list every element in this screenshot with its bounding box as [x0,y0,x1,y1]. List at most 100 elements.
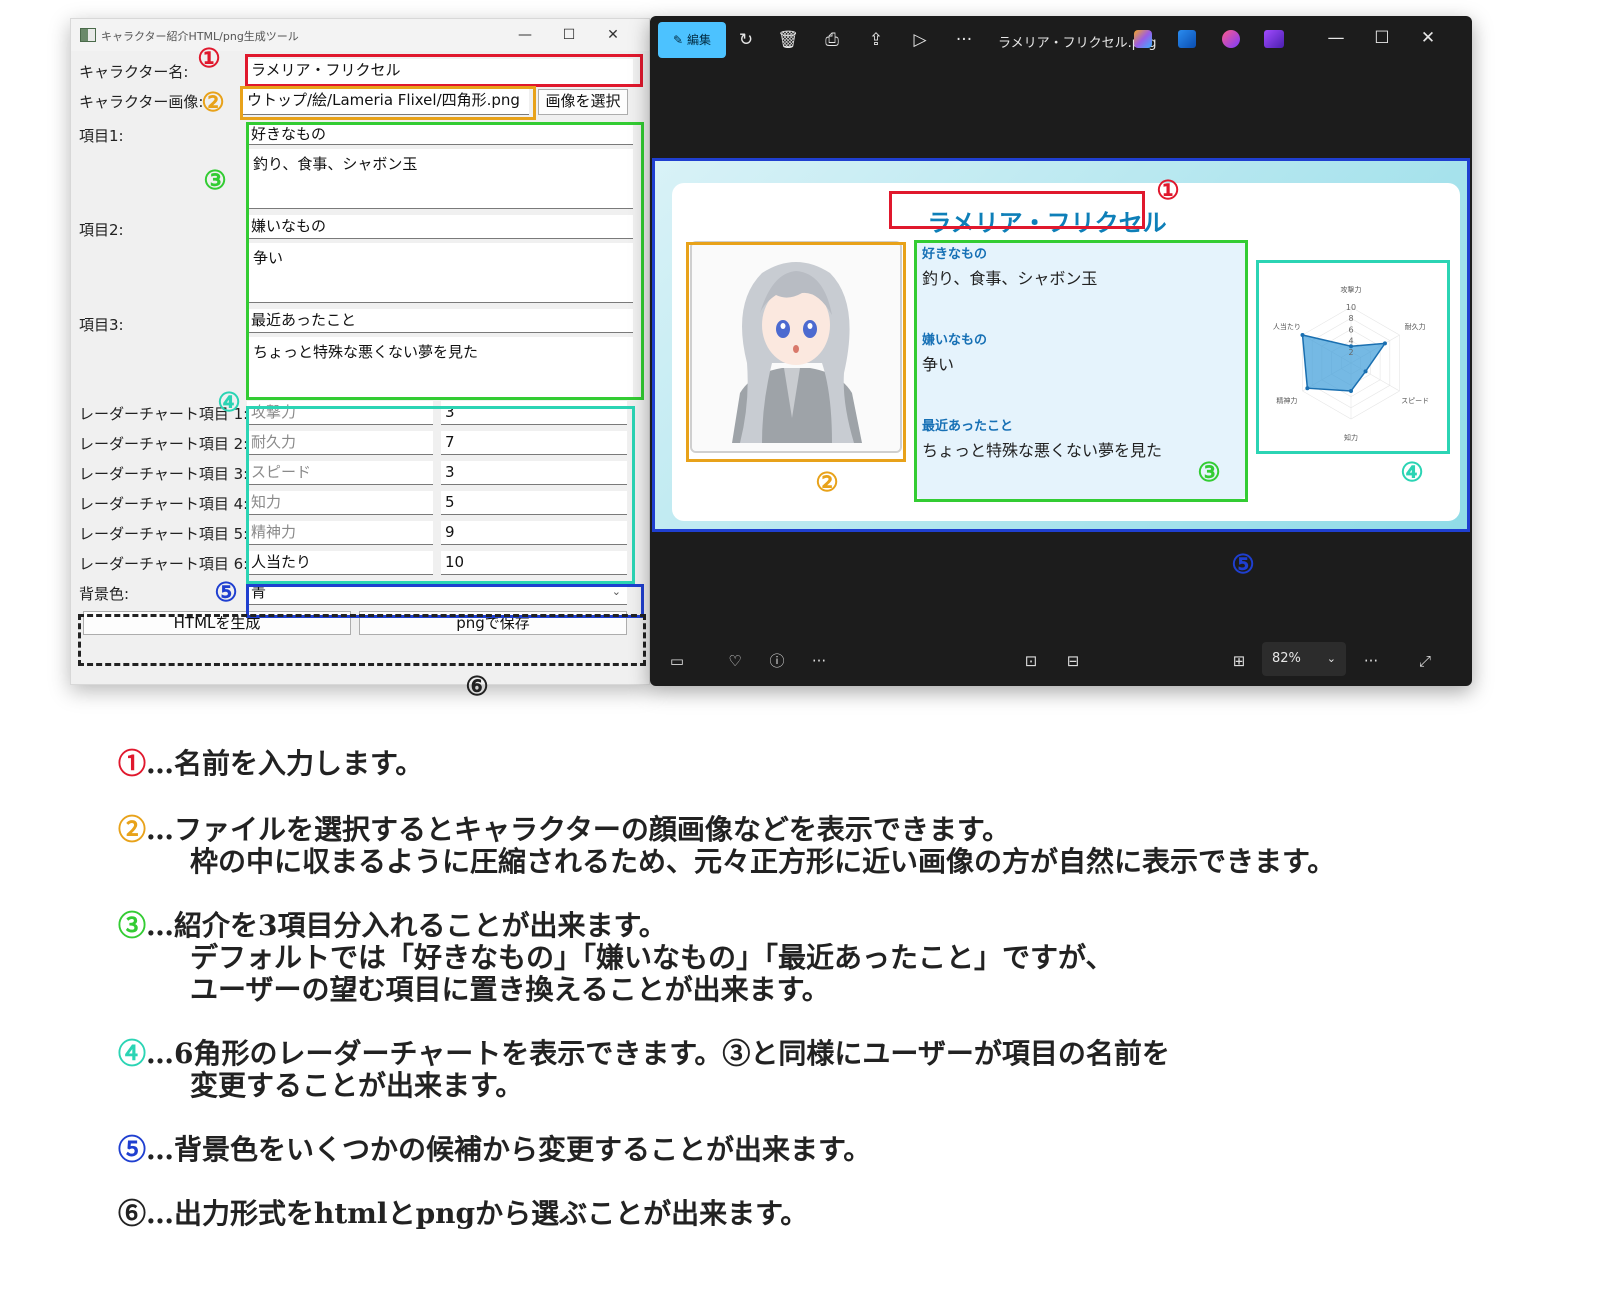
radar-name-input[interactable]: スピード [247,461,433,485]
marker-viewer-4: ④ [1400,458,1424,488]
character-portrait [690,241,902,453]
radar-point [1382,341,1387,346]
card-item3-heading: 最近あったこと [922,419,1014,434]
slideshow-icon[interactable]: ▷ [904,24,936,56]
bg-color-select[interactable]: 青 ⌄ [247,581,627,605]
filmstrip-icon[interactable]: ▭ [662,646,692,676]
item1-body-textarea[interactable]: 釣り、食事、シャボン玉 [247,149,633,209]
explanation-line: デフォルトでは「好きなもの」「嫌いなもの」「最近あったこと」ですが、 [190,941,1114,974]
explanation-3: ③…紹介を3項目分入れることが出来ます。 デフォルトでは「好きなもの」「嫌いなも… [118,910,1113,1006]
radar-tick-label: 8 [1348,314,1353,323]
card-item2-body: 争い [922,355,955,374]
explanation-6: ⑥…出力形式をhtmlとpngから選ぶことが出来ます。 [118,1198,808,1230]
item1-label: 項目1: [79,127,124,145]
zoom-more-icon[interactable]: ··· [1356,646,1386,676]
minimize-button[interactable]: — [503,19,547,51]
radar-value-input[interactable]: 7 [441,431,627,455]
zoom-select[interactable]: 82% ⌄ [1262,642,1346,676]
explanation-1: ①…名前を入力します。 [118,748,423,780]
bg-color-label: 背景色: [79,585,130,603]
radar-axis-label: 耐久力 [1405,322,1426,331]
character-illustration [692,243,900,451]
radar-chart: 2 4 6 8 10 攻撃力耐久力スピード知力 精神力 人当たり [1273,285,1429,442]
select-image-button[interactable]: 画像を選択 [538,89,628,115]
radar-row-label: レーダーチャート項目 4: [79,495,249,513]
item2-label: 項目2: [79,221,124,239]
rotate-icon[interactable]: ↻ [730,24,762,56]
radar-tick-label: 6 [1348,325,1353,334]
radar-value-input[interactable]: 3 [441,401,627,425]
card-item3-body: ちょっと特殊な悪くない夢を見た [922,441,1163,460]
radar-axis-label: 人当たり [1273,322,1301,331]
item3-body-textarea[interactable]: ちょっと特殊な悪くない夢を見た [247,337,633,399]
explanation-num: ④ [118,1037,147,1070]
radar-value-input[interactable]: 9 [441,521,627,545]
marker-4: ④ [217,388,241,418]
edit-button[interactable]: ✎ 編集 [658,22,726,58]
print-icon[interactable]: ⎙ [816,24,848,56]
info-icon[interactable]: ⓘ [762,646,792,676]
explanation-2: ②…ファイルを選択するとキャラクターの顔画像などを表示できます。 枠の中に収まる… [118,814,1335,878]
maximize-button[interactable]: ☐ [547,19,591,51]
explanation-line: ユーザーの望む項目に置き換えることが出来ます。 [190,973,830,1006]
radar-value-input[interactable]: 10 [441,551,627,575]
radar-name-input[interactable]: 精神力 [247,521,433,545]
generate-html-button[interactable]: HTMLを生成 [83,611,351,635]
item2-heading-input[interactable]: 嫌いなもの [247,215,633,239]
designer-icon[interactable] [1178,30,1196,48]
fullscreen-icon[interactable]: ⤢ [1410,646,1440,676]
radar-row-label: レーダーチャート項目 2: [79,435,249,453]
explanation-line: …出力形式をhtmlとpngから選ぶことが出来ます。 [146,1197,809,1230]
explanation-line: …背景色をいくつかの候補から変更することが出来ます。 [146,1133,872,1166]
item3-label: 項目3: [79,316,124,334]
radar-rows: レーダーチャート項目 1: 攻撃力 3 レーダーチャート項目 2: 耐久力 7 … [71,401,649,581]
video-editor-icon[interactable] [1264,30,1284,48]
marker-3: ③ [203,166,227,196]
zoom-value: 82% [1272,651,1301,666]
explanation-4: ④…6角形のレーダーチャートを表示できます。③と同様にユーザーが項目の名前を 変… [118,1038,1170,1102]
explanation-line: …ファイルを選択するとキャラクターの顔画像などを表示できます。 [146,813,1011,846]
favorite-icon[interactable]: ♡ [720,646,750,676]
save-png-button[interactable]: pngで保存 [359,611,627,635]
explanation-num: ⑥ [118,1197,147,1230]
bottom-more-icon[interactable]: ··· [804,646,834,676]
name-label: キャラクター名: [79,63,189,81]
viewer-maximize-button[interactable]: ☐ [1366,22,1398,54]
edit-icon: ✎ [673,33,684,47]
item3-heading-input[interactable]: 最近あったこと [247,309,633,333]
explanation-line: 変更することが出来ます。 [190,1069,524,1102]
more-icon[interactable]: ··· [948,24,980,56]
radar-axis-label: 知力 [1344,433,1358,442]
radar-point [1363,369,1368,374]
radar-value-input[interactable]: 5 [441,491,627,515]
card-title: ラメリア・フリクセル [927,209,1167,237]
radar-name-input[interactable]: 攻撃力 [247,401,433,425]
viewer-minimize-button[interactable]: — [1320,22,1352,54]
image-path-input[interactable]: ウトップ/絵/Lameria Flixel/四角形.png [243,89,529,115]
text-scan-icon[interactable]: ⊟ [1058,646,1088,676]
explanation-num: ③ [118,909,147,942]
viewer-close-button[interactable]: ✕ [1412,22,1444,54]
image-label: キャラクター画像: [79,93,204,111]
explanation-num: ⑤ [118,1133,147,1166]
radar-row-label: レーダーチャート項目 6: [79,555,249,573]
radar-row-label: レーダーチャート項目 5: [79,525,249,543]
name-input[interactable]: ラメリア・フリクセル [247,59,633,85]
explanation-line: …名前を入力します。 [146,747,424,780]
clipchamp-icon[interactable] [1222,30,1240,48]
fit-to-window-icon[interactable]: ⊞ [1224,646,1254,676]
copilot-icon[interactable] [1134,30,1152,48]
zoom-chevron-icon: ⌄ [1326,652,1336,665]
visual-search-icon[interactable]: ⊡ [1016,646,1046,676]
delete-icon[interactable]: 🗑 [772,24,804,56]
item1-heading-input[interactable]: 好きなもの [247,123,633,145]
radar-value-input[interactable]: 3 [441,461,627,485]
card-item1-heading: 好きなもの [922,247,988,262]
radar-name-input[interactable]: 耐久力 [247,431,433,455]
radar-name-input[interactable]: 知力 [247,491,433,515]
share-icon[interactable]: ⇪ [860,24,892,56]
explanation-line: 枠の中に収まるように圧縮されるため、元々正方形に近い画像の方が自然に表示できます… [190,845,1336,878]
item2-body-textarea[interactable]: 争い [247,243,633,303]
close-button[interactable]: ✕ [591,19,635,51]
radar-name-input[interactable]: 人当たり [247,551,433,575]
